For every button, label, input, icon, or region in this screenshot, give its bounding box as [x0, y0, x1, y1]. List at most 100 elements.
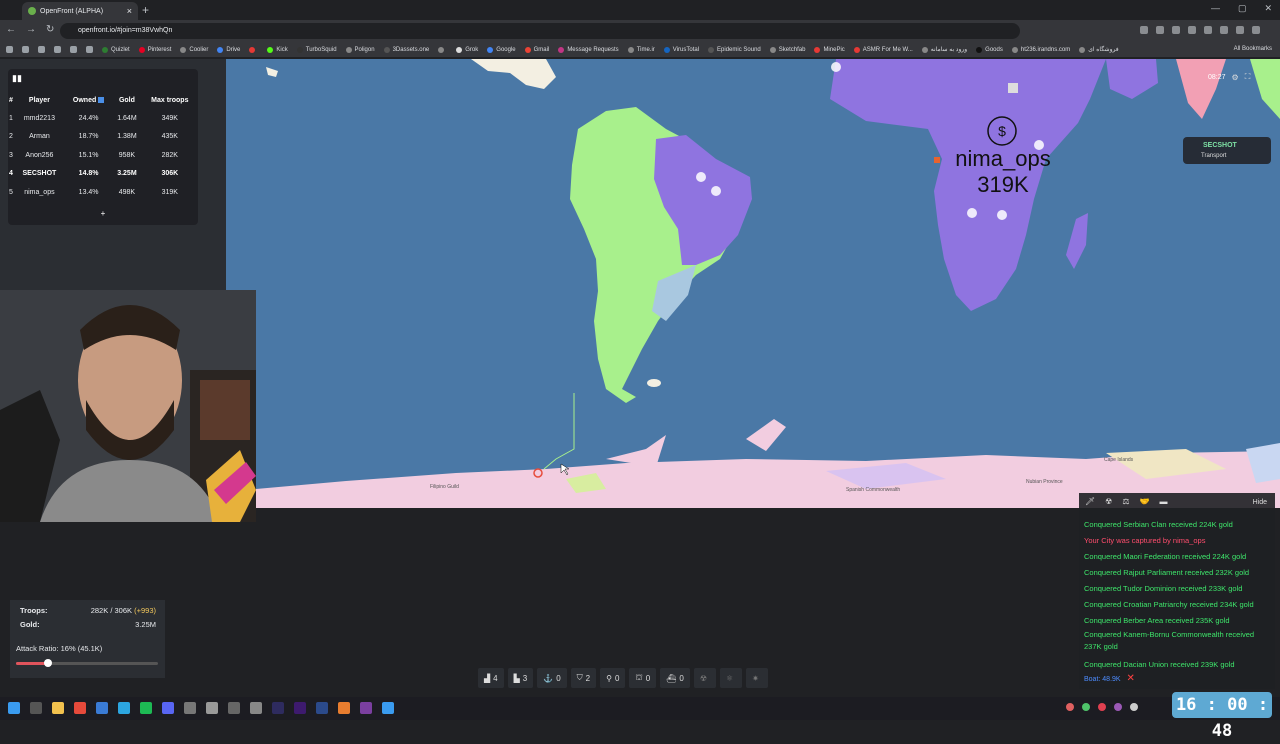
col-owned[interactable]: Owned — [65, 91, 112, 109]
app-icon[interactable] — [360, 702, 372, 714]
start-icon[interactable] — [8, 702, 20, 714]
build-hydrogen-bomb-button[interactable]: ⚛ — [720, 668, 743, 688]
col-player[interactable]: Player — [14, 91, 65, 109]
close-tab-icon[interactable]: × — [127, 6, 132, 16]
leaderboard-icon[interactable]: ▮▮ — [12, 73, 22, 84]
bookmark-item[interactable]: Goods — [976, 46, 1003, 53]
bookmark-app-icon[interactable] — [70, 46, 77, 53]
blender-icon[interactable] — [338, 702, 350, 714]
discord-icon[interactable] — [162, 702, 174, 714]
bookmark-item[interactable]: ht236.irandns.com — [1011, 46, 1070, 53]
leaderboard-row[interactable]: 2 Arman 18.7% 1.38M 435K — [8, 128, 198, 147]
hide-events-button[interactable]: Hide — [1253, 499, 1267, 506]
build-atom-bomb-button[interactable]: ☢ — [693, 668, 716, 688]
premiere-icon[interactable] — [294, 702, 306, 714]
photoshop-icon[interactable] — [316, 702, 328, 714]
bookmark-item[interactable]: ورود به سامانه — [921, 46, 967, 53]
telegram-icon[interactable] — [118, 702, 130, 714]
profile-icon[interactable] — [1236, 26, 1244, 34]
bookmark-item[interactable]: Kick — [267, 46, 288, 53]
new-tab-icon[interactable]: + — [142, 3, 149, 17]
bookmark-item[interactable]: VirusTotal — [663, 46, 699, 53]
chat-filter-icon[interactable]: ▬ — [1159, 497, 1167, 506]
col-max-troops[interactable]: Max troops — [142, 91, 198, 109]
cast-icon[interactable] — [1140, 26, 1148, 34]
tray-icon[interactable] — [1082, 703, 1090, 711]
tray-icon[interactable] — [1098, 703, 1106, 711]
leaderboard-row[interactable]: 4 SECSHOT 14.8% 3.25M 306K — [8, 165, 198, 184]
bookmark-item[interactable]: فروشگاه ای — [1079, 46, 1119, 53]
bookmark-item[interactable]: Time.ir — [627, 46, 655, 53]
bookmark-item[interactable]: Coolier — [180, 46, 208, 53]
extension-icon[interactable] — [1220, 26, 1228, 34]
close-window-icon[interactable]: ✕ — [1264, 3, 1272, 14]
bookmark-item[interactable]: Poligon — [345, 46, 375, 53]
alliance-filter-icon[interactable]: 🤝 — [1140, 497, 1150, 506]
app-icon[interactable] — [250, 702, 262, 714]
url-input[interactable]: openfront.io/#join=m38VwhQn — [60, 23, 1020, 39]
spotify-icon[interactable] — [140, 702, 152, 714]
minimize-icon[interactable]: — — [1211, 3, 1220, 14]
menu-icon[interactable] — [1252, 26, 1260, 34]
attack-ratio-slider[interactable] — [16, 659, 158, 667]
bookmark-app-icon[interactable] — [22, 46, 29, 53]
tray-icon[interactable] — [1130, 703, 1138, 711]
reload-icon[interactable]: ↻ — [46, 24, 54, 35]
tray-icon[interactable] — [1066, 703, 1074, 711]
build-sam-button[interactable]: ⛫ 0 — [629, 668, 657, 688]
bookmark-item[interactable]: Quizlet — [102, 46, 130, 53]
bookmark-item[interactable]: ASMR For Me W... — [853, 46, 913, 53]
after-effects-icon[interactable] — [272, 702, 284, 714]
bookmark-item[interactable]: Epidemic Sound — [708, 46, 761, 53]
app-icon[interactable] — [228, 702, 240, 714]
build-defense-button[interactable]: ⛉ 2 — [570, 668, 597, 688]
build-factory-button[interactable]: ▙ 3 — [507, 668, 534, 688]
bookmark-item[interactable]: Drive — [217, 46, 240, 53]
app-icon[interactable] — [206, 702, 218, 714]
hide-icon[interactable] — [1156, 26, 1164, 34]
bookmark-app-icon[interactable] — [38, 46, 45, 53]
bookmark-item[interactable]: MinePic — [814, 46, 845, 53]
build-mirv-button[interactable]: ✷ — [746, 668, 768, 688]
bookmark-item[interactable]: Google — [487, 46, 516, 53]
bookmark-item[interactable]: 3Dassets.one — [383, 46, 429, 53]
bookmark-item[interactable] — [249, 46, 258, 53]
forward-icon[interactable]: → — [26, 24, 36, 35]
col-gold[interactable]: Gold — [112, 91, 141, 109]
build-missile-silo-button[interactable]: ⚲ 0 — [600, 668, 626, 688]
bookmark-app-icon[interactable] — [86, 46, 93, 53]
leaderboard-row[interactable]: 5 nima_ops 13.4% 498K 319K — [8, 183, 198, 202]
star-icon[interactable] — [1172, 26, 1180, 34]
extension-icon[interactable] — [1188, 26, 1196, 34]
leaderboard-row[interactable]: 3 Anon256 15.1% 958K 282K — [8, 146, 198, 165]
bookmark-item[interactable] — [438, 46, 447, 53]
app-icon[interactable] — [96, 702, 108, 714]
nuke-filter-icon[interactable]: ☢ — [1105, 497, 1112, 506]
bookmark-item[interactable]: TurboSquid — [296, 46, 337, 53]
expand-leaderboard-button[interactable]: + — [99, 209, 107, 218]
cancel-boat-button[interactable]: ✕ — [1127, 673, 1135, 684]
bookmark-item[interactable]: Pinterest — [138, 46, 171, 53]
extension-icon[interactable] — [1204, 26, 1212, 34]
build-port-button[interactable]: ⚓ 0 — [537, 668, 567, 688]
maximize-icon[interactable]: ▢ — [1238, 3, 1247, 14]
bookmark-item[interactable]: Gmail — [524, 46, 549, 53]
browser-tab[interactable]: OpenFront (ALPHA) × — [22, 2, 138, 20]
search-icon[interactable] — [30, 702, 42, 714]
trade-filter-icon[interactable]: ⚖ — [1122, 497, 1129, 506]
bookmark-item[interactable]: Grok — [456, 46, 478, 53]
chrome-icon[interactable] — [74, 702, 86, 714]
explorer-icon[interactable] — [52, 702, 64, 714]
app-icon[interactable] — [184, 702, 196, 714]
bookmark-item[interactable]: Sketchfab — [769, 46, 805, 53]
settings-icon[interactable]: ⚙ — [1232, 73, 1239, 82]
app-icon[interactable] — [382, 702, 394, 714]
back-icon[interactable]: ← — [6, 24, 16, 35]
slider-handle[interactable] — [43, 659, 52, 667]
all-bookmarks[interactable]: All Bookmarks — [1234, 46, 1272, 52]
bookmark-app-icon[interactable] — [6, 46, 13, 53]
build-warship-button[interactable]: ⛴ 0 — [660, 668, 690, 688]
map-canvas[interactable]: $ — [226, 59, 1280, 508]
bookmark-item[interactable]: Message Requests — [558, 46, 619, 53]
fullscreen-icon[interactable]: ⛶ — [1245, 72, 1251, 82]
